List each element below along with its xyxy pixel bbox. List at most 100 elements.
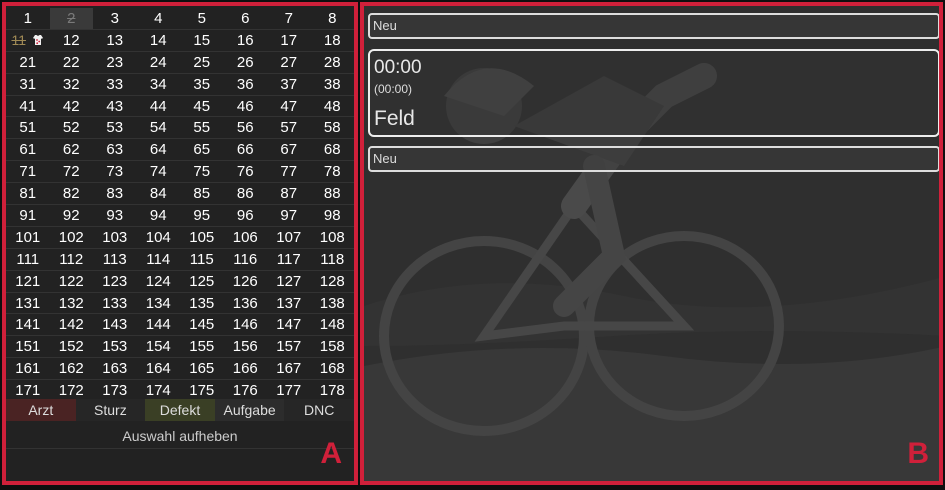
bib-cell[interactable]: 115 bbox=[180, 249, 224, 270]
bib-cell[interactable]: 108 bbox=[311, 227, 355, 248]
bib-cell[interactable]: 104 bbox=[137, 227, 181, 248]
bib-cell[interactable]: 4 bbox=[137, 8, 181, 29]
bib-cell[interactable]: 41 bbox=[6, 96, 50, 117]
bib-cell[interactable]: 96 bbox=[224, 205, 268, 226]
clear-selection-button[interactable]: Auswahl aufheben bbox=[6, 423, 354, 449]
bib-cell[interactable]: 57 bbox=[267, 117, 311, 138]
bib-cell[interactable]: 135 bbox=[180, 293, 224, 314]
bib-cell[interactable]: 81 bbox=[6, 183, 50, 204]
bib-cell[interactable]: 163 bbox=[93, 358, 137, 379]
bib-cell[interactable]: 78 bbox=[311, 161, 355, 182]
bib-cell[interactable]: 76 bbox=[224, 161, 268, 182]
bib-cell[interactable]: 36 bbox=[224, 74, 268, 95]
bib-cell[interactable]: 17 bbox=[267, 30, 311, 51]
bib-cell[interactable]: 5 bbox=[180, 8, 224, 29]
bib-cell[interactable]: 143 bbox=[93, 314, 137, 335]
bib-cell[interactable]: 136 bbox=[224, 293, 268, 314]
bib-cell[interactable]: 58 bbox=[311, 117, 355, 138]
bib-cell[interactable]: 48 bbox=[311, 96, 355, 117]
bib-cell[interactable]: 31 bbox=[6, 74, 50, 95]
bib-cell[interactable]: 128 bbox=[311, 271, 355, 292]
bib-cell[interactable]: 11 bbox=[6, 30, 50, 51]
bib-cell[interactable]: 53 bbox=[93, 117, 137, 138]
bib-cell[interactable]: 18 bbox=[311, 30, 355, 51]
bib-cell[interactable]: 102 bbox=[50, 227, 94, 248]
bib-cell[interactable]: 37 bbox=[267, 74, 311, 95]
bib-cell[interactable]: 117 bbox=[267, 249, 311, 270]
bottom-entry-field[interactable]: Neu bbox=[368, 146, 939, 172]
bib-cell[interactable]: 155 bbox=[180, 336, 224, 357]
bib-cell[interactable]: 56 bbox=[224, 117, 268, 138]
bib-cell[interactable]: 176 bbox=[224, 380, 268, 401]
arzt-button[interactable]: Arzt bbox=[6, 399, 76, 421]
bib-cell[interactable]: 73 bbox=[93, 161, 137, 182]
bib-cell[interactable]: 27 bbox=[267, 52, 311, 73]
bib-cell[interactable]: 87 bbox=[267, 183, 311, 204]
bib-cell[interactable]: 32 bbox=[50, 74, 94, 95]
bib-cell[interactable]: 103 bbox=[93, 227, 137, 248]
bib-cell[interactable]: 47 bbox=[267, 96, 311, 117]
bib-cell[interactable]: 106 bbox=[224, 227, 268, 248]
bib-cell[interactable]: 111 bbox=[6, 249, 50, 270]
bib-cell[interactable]: 33 bbox=[93, 74, 137, 95]
bib-cell[interactable]: 157 bbox=[267, 336, 311, 357]
bib-cell[interactable]: 168 bbox=[311, 358, 355, 379]
bib-cell[interactable]: 71 bbox=[6, 161, 50, 182]
bib-cell[interactable]: 1 bbox=[6, 8, 50, 29]
bib-cell[interactable]: 164 bbox=[137, 358, 181, 379]
bib-cell[interactable]: 13 bbox=[93, 30, 137, 51]
bib-cell[interactable]: 142 bbox=[50, 314, 94, 335]
bib-cell[interactable]: 84 bbox=[137, 183, 181, 204]
bib-cell[interactable]: 86 bbox=[224, 183, 268, 204]
timer-card[interactable]: 00:00 (00:00) Feld bbox=[368, 49, 939, 137]
bib-cell[interactable]: 118 bbox=[311, 249, 355, 270]
bib-cell[interactable]: 88 bbox=[311, 183, 355, 204]
bib-cell[interactable]: 85 bbox=[180, 183, 224, 204]
bib-cell[interactable]: 2 bbox=[49, 8, 93, 29]
bib-cell[interactable]: 148 bbox=[311, 314, 355, 335]
bib-cell[interactable]: 67 bbox=[267, 139, 311, 160]
bib-cell[interactable]: 112 bbox=[50, 249, 94, 270]
bib-cell[interactable]: 95 bbox=[180, 205, 224, 226]
bib-cell[interactable]: 138 bbox=[311, 293, 355, 314]
bib-cell[interactable]: 68 bbox=[311, 139, 355, 160]
bib-cell[interactable]: 124 bbox=[137, 271, 181, 292]
top-entry-field[interactable]: Neu bbox=[368, 13, 939, 39]
bib-cell[interactable]: 38 bbox=[311, 74, 355, 95]
bib-cell[interactable]: 153 bbox=[93, 336, 137, 357]
bib-cell[interactable]: 61 bbox=[6, 139, 50, 160]
bib-cell[interactable]: 165 bbox=[180, 358, 224, 379]
bib-cell[interactable]: 23 bbox=[93, 52, 137, 73]
bib-cell[interactable]: 146 bbox=[224, 314, 268, 335]
bib-cell[interactable]: 101 bbox=[6, 227, 50, 248]
bib-cell[interactable]: 97 bbox=[267, 205, 311, 226]
bib-cell[interactable]: 8 bbox=[311, 8, 355, 29]
bib-cell[interactable]: 64 bbox=[137, 139, 181, 160]
bib-cell[interactable]: 151 bbox=[6, 336, 50, 357]
bib-cell[interactable]: 116 bbox=[224, 249, 268, 270]
bib-cell[interactable]: 141 bbox=[6, 314, 50, 335]
bib-cell[interactable]: 93 bbox=[93, 205, 137, 226]
sturz-button[interactable]: Sturz bbox=[75, 399, 146, 421]
bib-cell[interactable]: 14 bbox=[137, 30, 181, 51]
bib-cell[interactable]: 156 bbox=[224, 336, 268, 357]
bib-cell[interactable]: 43 bbox=[93, 96, 137, 117]
bib-cell[interactable]: 133 bbox=[93, 293, 137, 314]
bib-cell[interactable]: 172 bbox=[50, 380, 94, 401]
bib-cell[interactable]: 126 bbox=[224, 271, 268, 292]
bib-cell[interactable]: 161 bbox=[6, 358, 50, 379]
bib-cell[interactable]: 158 bbox=[311, 336, 355, 357]
bib-cell[interactable]: 21 bbox=[6, 52, 50, 73]
bib-cell[interactable]: 46 bbox=[224, 96, 268, 117]
bib-cell[interactable]: 173 bbox=[93, 380, 137, 401]
bib-cell[interactable]: 174 bbox=[137, 380, 181, 401]
bib-cell[interactable]: 113 bbox=[93, 249, 137, 270]
bib-cell[interactable]: 171 bbox=[6, 380, 50, 401]
bib-cell[interactable]: 22 bbox=[50, 52, 94, 73]
bib-cell[interactable]: 3 bbox=[93, 8, 137, 29]
bib-cell[interactable]: 178 bbox=[311, 380, 355, 401]
bib-cell[interactable]: 125 bbox=[180, 271, 224, 292]
bib-cell[interactable]: 6 bbox=[224, 8, 268, 29]
bib-cell[interactable]: 77 bbox=[267, 161, 311, 182]
bib-cell[interactable]: 94 bbox=[137, 205, 181, 226]
